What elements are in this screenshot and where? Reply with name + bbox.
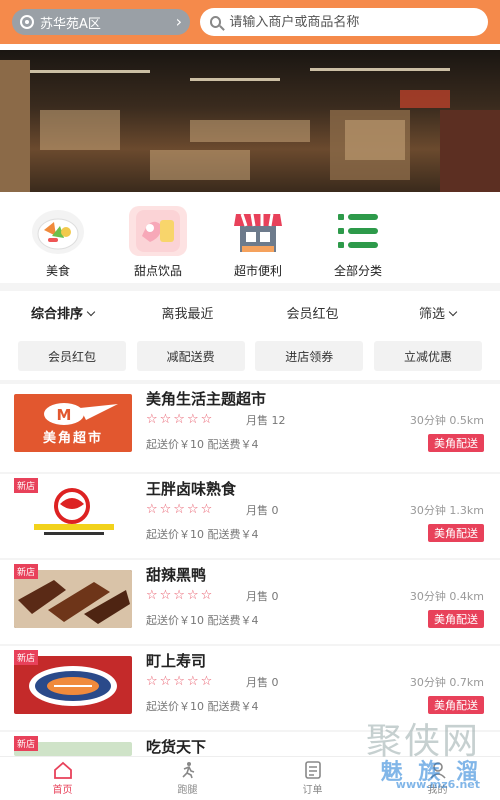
location-pin-icon: [20, 15, 34, 29]
rating-stars: ☆☆☆☆☆: [146, 588, 215, 603]
store-icon: [229, 206, 287, 256]
dessert-icon: [129, 206, 187, 256]
section-divider: [0, 380, 500, 384]
category-label: 超市便利: [233, 264, 282, 278]
location-selector[interactable]: 苏华苑A区 ›: [12, 9, 190, 35]
new-store-badge: 新店: [14, 650, 39, 665]
user-icon: [427, 761, 449, 779]
delivery-fee: 起送价￥10 配送费￥4: [146, 528, 259, 541]
chip-instant-discount[interactable]: 立减优惠: [373, 341, 482, 371]
rating-stars: ☆☆☆☆☆: [146, 674, 215, 689]
row-divider: [0, 472, 500, 474]
bottom-tab-bar: 首页 跑腿 订单 我的: [0, 756, 500, 800]
row-divider: [0, 558, 500, 560]
store-item[interactable]: 新店 王胖卤味熟食 ☆☆☆☆☆ 月售 0 起送价￥10 配送费￥4 30分钟 1…: [0, 478, 500, 562]
chevron-down-icon: [86, 307, 96, 316]
store-logo-text: 美角超市: [42, 431, 103, 446]
row-divider: [0, 644, 500, 646]
store-item[interactable]: 新店 町上寿司 ☆☆☆☆☆ 月售 0 起送价￥10 配送费￥4 30分钟 0.7…: [0, 650, 500, 734]
tab-errand[interactable]: 跑腿: [125, 757, 250, 800]
tab-home[interactable]: 首页: [0, 757, 125, 800]
sort-filter[interactable]: 筛选: [375, 303, 500, 322]
sort-default[interactable]: 综合排序: [0, 303, 125, 322]
order-icon: [302, 761, 324, 779]
new-store-badge: 新店: [14, 736, 39, 751]
tab-orders[interactable]: 订单: [250, 757, 375, 800]
store-item[interactable]: 新店 甜辣黑鸭 ☆☆☆☆☆ 月售 0 起送价￥10 配送费￥4 30分钟 0.4…: [0, 564, 500, 648]
sort-bar: 综合排序 离我最近 会员红包 筛选: [0, 292, 500, 332]
category-food[interactable]: 美食: [8, 206, 108, 279]
delivery-tag: 美角配送: [428, 696, 484, 714]
list-icon: [329, 206, 387, 256]
chip-member-coupon[interactable]: 会员红包: [18, 341, 126, 371]
sort-label: 综合排序: [30, 306, 83, 322]
svg-text:M: M: [57, 406, 72, 424]
chip-reduced-delivery[interactable]: 减配送费: [136, 341, 245, 371]
monthly-sales: 月售 12: [246, 414, 286, 427]
search-box[interactable]: [200, 8, 488, 36]
store-item[interactable]: 新店 吃货天下: [0, 736, 500, 756]
chip-store-coupon[interactable]: 进店领券: [255, 341, 364, 371]
delivery-fee: 起送价￥10 配送费￥4: [146, 438, 259, 451]
sort-label: 离我最近: [161, 306, 214, 322]
delivery-tag: 美角配送: [428, 524, 484, 542]
monthly-sales: 月售 0: [246, 504, 279, 517]
tab-label: 订单: [302, 785, 323, 796]
rating-stars: ☆☆☆☆☆: [146, 502, 215, 517]
delivery-fee: 起送价￥10 配送费￥4: [146, 700, 259, 713]
delivery-time: 30分钟 0.5km: [409, 414, 484, 427]
location-label: 苏华苑A区: [40, 16, 101, 32]
category-label: 美食: [45, 264, 70, 278]
sort-label: 筛选: [418, 306, 445, 322]
row-divider: [0, 730, 500, 732]
new-store-badge: 新店: [14, 564, 39, 579]
monthly-sales: 月售 0: [246, 676, 279, 689]
chevron-down-icon: [448, 307, 458, 316]
new-store-badge: 新店: [14, 478, 39, 493]
search-input[interactable]: [229, 14, 478, 30]
category-supermarket[interactable]: 超市便利: [208, 206, 308, 279]
tab-label: 跑腿: [177, 785, 198, 796]
delivery-tag: 美角配送: [428, 610, 484, 628]
delivery-time: 30分钟 1.3km: [409, 504, 484, 517]
rating-stars: ☆☆☆☆☆: [146, 412, 215, 427]
delivery-time: 30分钟 0.4km: [409, 590, 484, 603]
tab-label: 我的: [427, 785, 448, 796]
top-bar: 苏华苑A区 ›: [0, 0, 500, 44]
store-name: 王胖卤味熟食: [146, 480, 237, 498]
section-divider: [0, 283, 500, 291]
category-label: 全部分类: [333, 264, 382, 278]
sort-member-coupon[interactable]: 会员红包: [250, 303, 375, 322]
delivery-fee: 起送价￥10 配送费￥4: [146, 614, 259, 627]
category-all[interactable]: 全部分类: [308, 206, 408, 279]
tab-label: 首页: [52, 785, 73, 796]
runner-icon: [177, 761, 199, 779]
store-item[interactable]: M 美角超市 美角生活主题超市 ☆☆☆☆☆ 月售 12 起送价￥10 配送费￥4…: [0, 388, 500, 472]
store-name: 町上寿司: [146, 652, 207, 670]
sort-label: 会员红包: [286, 306, 339, 322]
store-name: 甜辣黑鸭: [146, 566, 207, 584]
category-label: 甜点饮品: [133, 264, 182, 278]
store-name: 吃货天下: [146, 738, 207, 756]
home-icon: [52, 761, 74, 779]
category-dessert[interactable]: 甜点饮品: [108, 206, 208, 279]
delivery-time: 30分钟 0.7km: [409, 676, 484, 689]
promo-banner[interactable]: [0, 50, 500, 192]
sort-nearest[interactable]: 离我最近: [125, 303, 250, 322]
search-icon: [210, 16, 222, 28]
chevron-right-icon: ›: [175, 12, 182, 31]
store-name: 美角生活主题超市: [146, 390, 267, 408]
filter-chips: 会员红包 减配送费 进店领券 立减优惠: [0, 341, 500, 371]
category-grid: 美食 甜点饮品 超市便利 全部分类: [0, 206, 500, 279]
store-thumbnail: M 美角超市: [14, 394, 132, 452]
monthly-sales: 月售 0: [246, 590, 279, 603]
salad-bowl-icon: [29, 206, 87, 256]
delivery-tag: 美角配送: [428, 434, 484, 452]
tab-profile[interactable]: 我的: [375, 757, 500, 800]
